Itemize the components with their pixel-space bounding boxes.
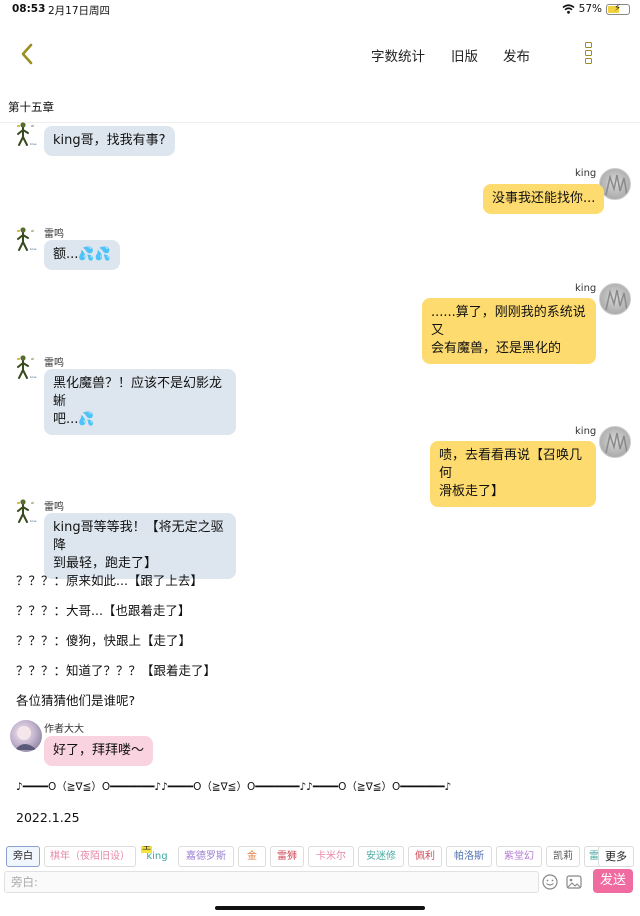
- character-chip[interactable]: 棋年（夜陌旧设）: [44, 846, 136, 867]
- avatar-art-icon: [605, 174, 628, 196]
- bubble-line: 吧...💦: [53, 412, 95, 427]
- charging-icon: ⚡: [614, 2, 622, 14]
- narration-line: ？？？：知道了？？？【跟着走了】: [16, 663, 217, 678]
- character-chip[interactable]: 嘉德罗斯: [178, 846, 234, 867]
- character-avatar[interactable]: [15, 226, 41, 256]
- publish-button[interactable]: 发布: [503, 45, 530, 65]
- narration-line: 各位猜猜他们是谁呢?: [16, 693, 136, 708]
- chat-bubble-right: 没事我还能找你...: [483, 184, 605, 214]
- bubble-line: ......算了，刚刚我的系统说又: [431, 305, 586, 338]
- bubble-line: 会有魔兽，还是黑化的: [431, 341, 562, 356]
- character-chip[interactable]: 金: [238, 846, 266, 867]
- wifi-icon: [562, 4, 575, 14]
- status-right: 57% ⚡: [562, 3, 630, 15]
- more-characters-button[interactable]: 更多: [598, 846, 634, 867]
- bubble-line: 啧，去看看再说【召唤几何: [439, 448, 583, 481]
- chip-label: 凯莉: [553, 851, 573, 862]
- character-avatar[interactable]: [15, 121, 41, 151]
- speaker-name: king: [575, 168, 597, 179]
- chat-bubble-right: 啧，去看看再说【召唤几何 滑板走了】: [430, 441, 596, 507]
- more-label: 更多: [605, 850, 627, 863]
- chat-bubble-left: king哥，找我有事?: [44, 126, 175, 156]
- speaker-name: 雷鸣: [44, 502, 64, 513]
- chip-label: 旁白: [13, 851, 33, 862]
- chip-label: 棋年（夜陌旧设）: [50, 851, 130, 862]
- bubble-line: 黑化魔兽？！应该不是幻影龙蜥: [53, 376, 223, 409]
- top-nav: 字数统计 旧版 发布: [0, 32, 640, 76]
- author-bubble: 好了，拜拜喽～: [44, 736, 154, 766]
- speaker-name: 作者大大: [44, 724, 84, 735]
- speaker-name: king: [575, 283, 597, 294]
- character-chip[interactable]: 旁白: [6, 846, 40, 867]
- character-chip[interactable]: 卡米尔: [308, 846, 354, 867]
- chip-label: 金: [247, 851, 257, 862]
- emoji-icon[interactable]: [542, 874, 558, 890]
- speaker-name: king: [575, 426, 597, 437]
- character-chip[interactable]: 安迷修: [358, 846, 404, 867]
- old-version-button[interactable]: 旧版: [451, 45, 478, 65]
- composer: 发送: [0, 869, 640, 895]
- header-divider: [0, 122, 640, 123]
- message-input[interactable]: [4, 871, 539, 893]
- status-date: 2月17日周四: [48, 5, 111, 17]
- character-chip[interactable]: 凯莉: [546, 846, 580, 867]
- chip-label: 帕洛斯: [454, 851, 484, 862]
- battery-icon: ⚡: [606, 2, 630, 15]
- chip-label: 雷狮: [277, 851, 297, 862]
- back-chevron-icon[interactable]: [14, 40, 42, 68]
- avatar-art-icon: [15, 726, 37, 750]
- character-chip[interactable]: 佩利: [408, 846, 442, 867]
- character-avatar[interactable]: [15, 498, 41, 528]
- speaker-name: 雷鸣: [44, 229, 64, 240]
- king-avatar[interactable]: [599, 283, 631, 315]
- avatar-art-icon: [605, 289, 628, 311]
- chat-bubble-left: 额...💦💦: [44, 240, 120, 270]
- author-avatar[interactable]: [10, 720, 42, 752]
- character-chip[interactable]: 雷狮: [270, 846, 304, 867]
- character-chip[interactable]: 帕洛斯: [446, 846, 492, 867]
- king-avatar[interactable]: [599, 426, 631, 458]
- character-avatar[interactable]: [15, 354, 41, 384]
- chat-bubble-right: ......算了，刚刚我的系统说又 会有魔兽，还是黑化的: [422, 298, 596, 364]
- bubble-line: 滑板走了】: [439, 484, 505, 499]
- more-menu-icon[interactable]: [582, 42, 594, 68]
- chapter-title: 第十五章: [8, 100, 54, 114]
- character-chip[interactable]: 紫堂幻: [496, 846, 542, 867]
- date-line: 2022.1.25: [16, 810, 80, 825]
- chip-label: 佩利: [415, 851, 435, 862]
- home-indicator: [215, 906, 425, 910]
- chat-bubble-left: 黑化魔兽？！应该不是幻影龙蜥 吧...💦: [44, 369, 236, 435]
- chip-label: 嘉德罗斯: [186, 851, 226, 862]
- word-count-button[interactable]: 字数统计: [371, 45, 425, 65]
- status-time: 08:53: [12, 3, 46, 15]
- narration-line: ？？？：大哥...【也跟着走了】: [16, 603, 191, 618]
- chip-label: 卡米尔: [316, 851, 346, 862]
- speaker-name: 雷鸣: [44, 358, 64, 369]
- avatar-art-icon: [605, 432, 628, 454]
- battery-percent: 57%: [578, 3, 602, 15]
- status-bar: 08:53 2月17日周四 57% ⚡: [0, 0, 640, 20]
- chip-label: 紫堂幻: [504, 851, 534, 862]
- character-selector: 旁白 棋年（夜陌旧设） 主 king 嘉德罗斯 金 雷狮 卡米尔 安迷修 佩利 …: [0, 846, 640, 870]
- narration-line: ？？？：原来如此...【跟了上去】: [16, 573, 203, 588]
- chip-label: 安迷修: [366, 851, 396, 862]
- bubble-line: king哥等等我！【将无定之驱降: [53, 520, 224, 553]
- character-chip[interactable]: 主 king: [140, 846, 174, 867]
- send-button[interactable]: 发送: [593, 869, 633, 893]
- decorative-divider-line: ♪━━━━O（≧∇≦）O━━━━━━━♪♪━━━━O（≧∇≦）O━━━━━━━♪…: [16, 781, 452, 793]
- narration-line: ？？？：傻狗，快跟上【走了】: [16, 633, 192, 648]
- main-badge: 主: [141, 846, 153, 853]
- image-icon[interactable]: [566, 874, 582, 890]
